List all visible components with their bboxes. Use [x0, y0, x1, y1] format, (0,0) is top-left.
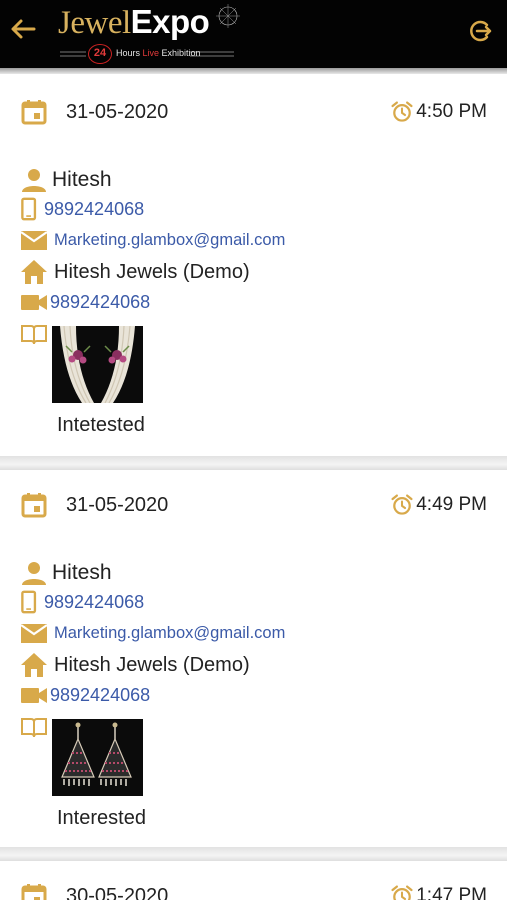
alarm-clock-icon [391, 101, 413, 122]
home-icon [21, 260, 47, 284]
interest-status: Intetested [57, 414, 145, 436]
app-header: JewelExpo 24 Hours Live Exhibition [0, 0, 507, 68]
app-logo: JewelExpo 24 Hours Live Exhibition [58, 2, 250, 66]
earrings-icon [52, 719, 143, 796]
catalog-row [20, 713, 48, 741]
arrow-left-icon [11, 19, 36, 39]
email-row[interactable]: Marketing.glambox@gmail.com [20, 226, 285, 254]
logo-tag-text: Hours Live Exhibition [116, 48, 201, 58]
alarm-clock-icon [391, 885, 413, 900]
person-icon [22, 562, 46, 585]
email-icon [20, 231, 48, 250]
email-icon [20, 624, 48, 643]
logo-sparkle-icon [216, 4, 240, 28]
email-link[interactable]: Marketing.glambox@gmail.com [54, 624, 285, 643]
video-call-row[interactable]: 9892424068 [20, 681, 150, 709]
date-row: 31-05-2020 [20, 491, 168, 519]
calendar-icon [21, 100, 47, 125]
entry-time: 4:49 PM [416, 494, 487, 515]
open-book-icon [21, 325, 47, 345]
phone-row[interactable]: 9892424068 [20, 195, 144, 223]
video-call-link[interactable]: 9892424068 [50, 685, 150, 706]
name-row: Hitesh [20, 166, 112, 194]
visitor-name: Hitesh [52, 561, 112, 584]
back-button[interactable] [8, 14, 38, 44]
date-row: 31-05-2020 [20, 98, 168, 126]
calendar-icon [21, 493, 47, 518]
logo-badge: 24 [88, 44, 112, 64]
entry-date: 30-05-2020 [66, 884, 169, 900]
logout-icon [470, 20, 492, 42]
phone-link[interactable]: 9892424068 [44, 199, 144, 220]
entry-time: 4:50 PM [416, 101, 487, 122]
date-row: 30-05-2020 [20, 882, 168, 900]
entry-date: 31-05-2020 [66, 100, 169, 123]
company-name: Hitesh Jewels (Demo) [54, 260, 250, 283]
necklace-icon [52, 326, 143, 403]
person-icon [22, 169, 46, 192]
home-icon [21, 653, 47, 677]
time-row: 4:50 PM [390, 98, 487, 126]
catalog-row [20, 320, 48, 348]
time-row: 1:47 PM [390, 882, 487, 900]
entry-card[interactable]: 30-05-2020 1:47 PM [0, 861, 507, 900]
logout-button[interactable] [467, 18, 493, 44]
entry-card[interactable]: 31-05-2020 4:49 PM Hitesh 9892424068 Mar… [0, 470, 507, 847]
entry-date: 31-05-2020 [66, 493, 169, 516]
interest-status: Interested [57, 807, 146, 829]
company-row: Hitesh Jewels (Demo) [20, 651, 250, 679]
product-image-earrings[interactable] [52, 719, 143, 796]
time-row: 4:49 PM [390, 491, 487, 519]
email-row[interactable]: Marketing.glambox@gmail.com [20, 619, 285, 647]
visitor-name: Hitesh [52, 168, 112, 191]
entry-time: 1:47 PM [416, 885, 487, 900]
phone-link[interactable]: 9892424068 [44, 592, 144, 613]
company-name: Hitesh Jewels (Demo) [54, 653, 250, 676]
video-camera-icon [21, 295, 47, 310]
video-call-link[interactable]: 9892424068 [50, 292, 150, 313]
open-book-icon [21, 718, 47, 738]
company-row: Hitesh Jewels (Demo) [20, 258, 250, 286]
name-row: Hitesh [20, 559, 112, 587]
email-link[interactable]: Marketing.glambox@gmail.com [54, 231, 285, 250]
product-image-necklace[interactable] [52, 326, 143, 403]
video-call-row[interactable]: 9892424068 [20, 288, 150, 316]
calendar-icon [21, 884, 47, 900]
mobile-phone-icon [21, 590, 37, 614]
video-camera-icon [21, 688, 47, 703]
logo-wordmark: JewelExpo [58, 3, 210, 41]
phone-row[interactable]: 9892424068 [20, 588, 144, 616]
alarm-clock-icon [391, 494, 413, 515]
mobile-phone-icon [21, 197, 37, 221]
entry-card[interactable]: 31-05-2020 4:50 PM Hitesh 9892424068 Mar… [0, 74, 507, 456]
card-divider [0, 847, 507, 861]
card-divider [0, 456, 507, 470]
logo-tagline: 24 Hours Live Exhibition [58, 44, 238, 64]
